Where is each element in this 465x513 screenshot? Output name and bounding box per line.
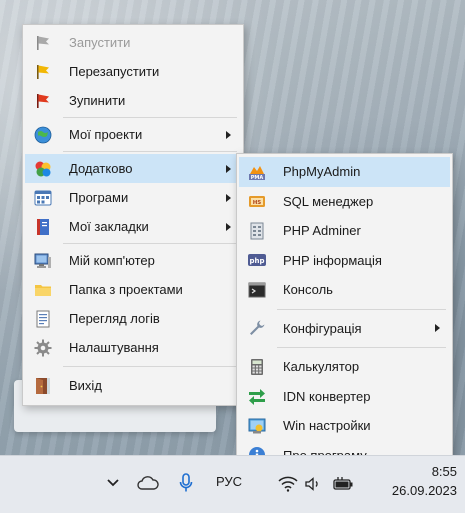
exit-icon <box>36 377 50 394</box>
microphone-icon <box>179 473 193 492</box>
menu-item-settings[interactable]: Налаштування <box>25 333 241 362</box>
submenu-arrow-icon <box>226 164 231 173</box>
menu-item-my-computer[interactable]: Мій комп'ютер <box>25 246 241 275</box>
menu-item-view-logs[interactable]: Перегляд логів <box>25 304 241 333</box>
phpmyadmin-icon: PMA <box>249 165 265 181</box>
menu-item-stop[interactable]: Зупинити <box>25 86 241 115</box>
extras-icon <box>35 161 51 176</box>
menu-item-label: PHP Adminer <box>283 223 361 239</box>
wrench-icon <box>250 320 265 336</box>
cloud-icon <box>137 476 159 490</box>
menu-item-label: Додатково <box>69 161 133 176</box>
menu-item-label: Мої проекти <box>69 127 143 142</box>
submenu-item-phpmyadmin[interactable]: PMA PhpMyAdmin <box>239 157 450 187</box>
submenu-arrow-icon <box>435 324 440 333</box>
taskbar-clock[interactable]: 8:55 26.09.2023 <box>392 462 457 500</box>
menu-item-label: Консоль <box>283 282 333 298</box>
adminer-icon <box>250 222 264 240</box>
menu-item-label: SQL менеджер <box>283 193 374 209</box>
extras-submenu: PMA PhpMyAdmin HS SQL менеджер PHP Admin… <box>236 153 453 466</box>
menu-separator <box>277 347 446 348</box>
submenu-arrow-icon <box>226 130 231 139</box>
php-info-icon: php <box>248 254 266 267</box>
bookmark-icon <box>37 218 49 235</box>
submenu-arrow-icon <box>226 222 231 231</box>
menu-item-start[interactable]: Запустити <box>25 28 241 57</box>
chevron-down-icon <box>107 479 119 487</box>
stop-flag-icon <box>37 93 49 108</box>
submenu-arrow-icon <box>226 193 231 202</box>
menu-item-label: PHP інформація <box>283 252 382 268</box>
menu-item-label: Зупинити <box>69 93 126 108</box>
svg-text:PMA: PMA <box>251 175 264 181</box>
menu-separator <box>63 151 237 152</box>
menu-item-label: Програми <box>69 190 129 205</box>
menu-item-projects-folder[interactable]: Папка з проектами <box>25 275 241 304</box>
menu-item-label: Папка з проектами <box>69 282 183 297</box>
gear-icon <box>34 339 52 356</box>
input-language-button[interactable]: РУС <box>216 474 242 489</box>
menu-item-restart[interactable]: Перезапустити <box>25 57 241 86</box>
speaker-icon <box>305 477 318 491</box>
submenu-item-php-adminer[interactable]: PHP Adminer <box>239 216 450 246</box>
computer-icon <box>34 253 51 268</box>
wifi-icon <box>278 476 298 492</box>
clock-date: 26.09.2023 <box>391 483 457 498</box>
start-flag-icon <box>37 35 49 50</box>
menu-item-label: Перегляд логів <box>69 311 160 326</box>
tray-context-menu: Запустити Перезапустити Зупинити Мої про… <box>22 24 244 406</box>
menu-separator <box>63 243 237 244</box>
menu-item-label: Перезапустити <box>69 64 160 79</box>
menu-item-programs[interactable]: Програми <box>25 183 241 212</box>
menu-item-label: IDN конвертер <box>283 388 371 404</box>
menu-item-label: Вихід <box>69 378 102 393</box>
log-icon <box>36 310 50 327</box>
menu-item-label: Налаштування <box>69 340 159 355</box>
menu-separator <box>277 308 446 310</box>
restart-flag-icon <box>37 64 49 79</box>
menu-item-label: PhpMyAdmin <box>283 164 361 180</box>
show-hidden-icons-button[interactable] <box>98 466 128 500</box>
console-icon <box>248 282 266 298</box>
submenu-item-idn-converter[interactable]: IDN конвертер <box>239 382 450 412</box>
menu-item-exit[interactable]: Вихід <box>25 371 241 400</box>
submenu-item-win-settings[interactable]: Win настройки <box>239 411 450 441</box>
menu-item-label: Конфігурація <box>283 320 362 336</box>
microphone-tray-button[interactable] <box>173 466 199 500</box>
menu-item-my-projects[interactable]: Мої проекти <box>25 120 241 149</box>
submenu-item-configuration[interactable]: Конфігурація <box>239 314 450 344</box>
menu-item-bookmarks[interactable]: Мої закладки <box>25 212 241 241</box>
globe-icon <box>34 126 52 143</box>
idn-converter-icon <box>249 389 265 406</box>
submenu-item-calculator[interactable]: Калькулятор <box>239 352 450 382</box>
onedrive-tray-button[interactable] <box>133 466 163 500</box>
apps-icon <box>34 190 52 205</box>
menu-item-label: Калькулятор <box>283 359 360 375</box>
svg-text:php: php <box>249 257 264 265</box>
volume-tray-button[interactable] <box>302 470 326 498</box>
menu-item-label: Мій комп'ютер <box>69 253 155 268</box>
submenu-item-console[interactable]: Консоль <box>239 275 450 305</box>
battery-tray-button[interactable] <box>330 470 356 498</box>
menu-item-label: Мої закладки <box>69 219 149 234</box>
submenu-item-sql-manager[interactable]: HS SQL менеджер <box>239 187 450 217</box>
clock-time: 8:55 <box>431 464 457 479</box>
menu-separator <box>63 117 237 118</box>
win-settings-icon <box>248 418 266 434</box>
svg-text:HS: HS <box>253 200 262 206</box>
menu-separator <box>63 366 237 367</box>
menu-item-label: Win настройки <box>283 418 371 434</box>
menu-item-extras[interactable]: Додатково <box>25 154 241 183</box>
menu-item-label: Запустити <box>69 35 131 50</box>
battery-plug-icon <box>333 477 353 490</box>
sql-manager-icon: HS <box>249 196 265 208</box>
submenu-item-php-info[interactable]: php PHP інформація <box>239 246 450 276</box>
folder-icon <box>35 284 51 296</box>
calculator-icon <box>251 358 263 375</box>
wifi-tray-button[interactable] <box>276 470 300 498</box>
